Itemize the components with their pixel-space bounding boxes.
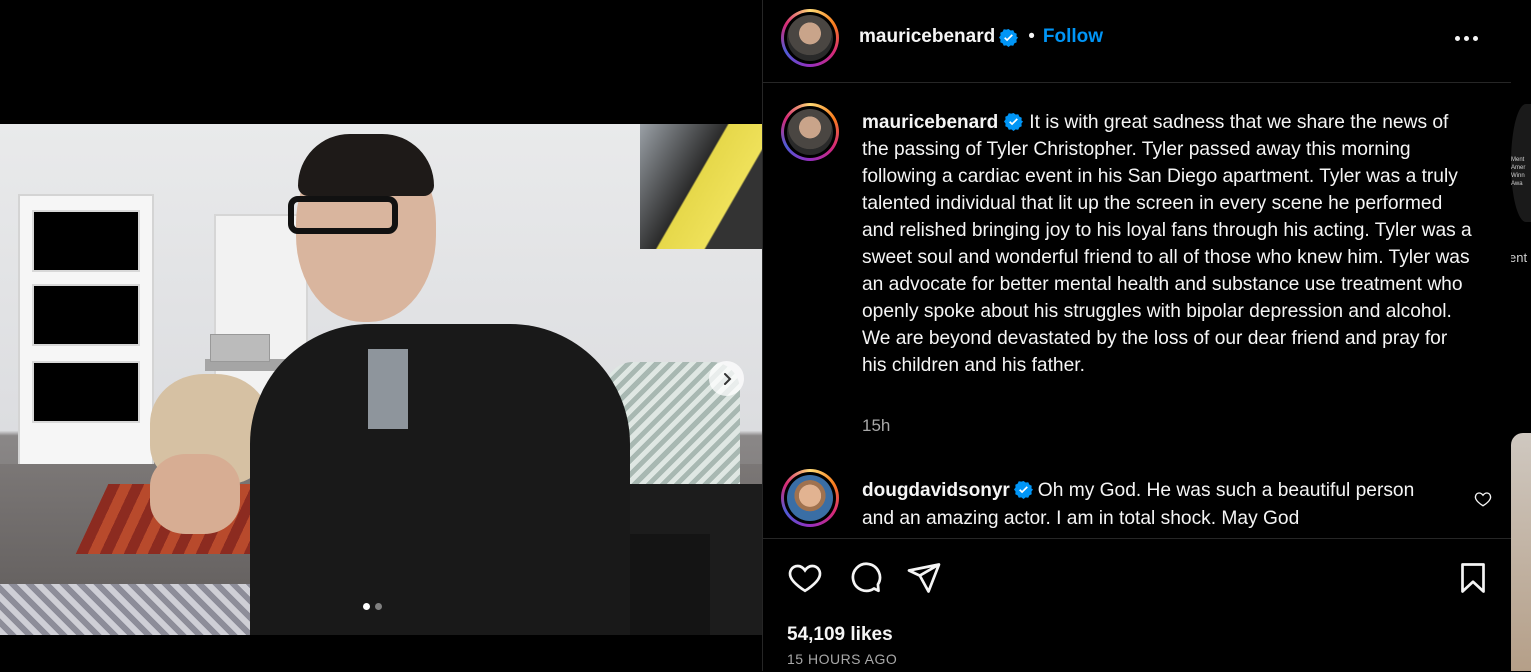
more-options-icon bbox=[1455, 35, 1460, 41]
verified-badge-icon bbox=[999, 28, 1019, 47]
carousel-next-button[interactable] bbox=[709, 361, 744, 396]
carousel-dot bbox=[375, 603, 382, 610]
side-peek-text: Ment Amer Winn Awa bbox=[1511, 157, 1526, 187]
caption-username[interactable]: mauricebenard bbox=[862, 112, 998, 133]
chevron-right-icon bbox=[723, 372, 731, 385]
more-options-button[interactable] bbox=[1455, 28, 1481, 48]
heart-icon[interactable] bbox=[787, 560, 823, 596]
comment-bubble-icon[interactable] bbox=[847, 560, 883, 596]
comment-item: dougdavidsonyr Oh my God. He was such a b… bbox=[862, 477, 1422, 533]
author-username[interactable]: mauricebenard bbox=[859, 26, 995, 48]
author-avatar[interactable] bbox=[781, 9, 839, 67]
post-actions: 54,109 likes 15 HOURS AGO bbox=[763, 538, 1511, 672]
caption-text: It is with great sadness that we share t… bbox=[862, 112, 1472, 376]
post-caption: mauricebenard It is with great sadness th… bbox=[862, 109, 1472, 379]
side-peek-label: ent bbox=[1511, 250, 1528, 265]
verified-badge-icon bbox=[1013, 480, 1033, 499]
likes-count[interactable]: 54,109 likes bbox=[787, 624, 893, 646]
commenter-username[interactable]: dougdavidsonyr bbox=[862, 480, 1010, 501]
comments-section: mauricebenard It is with great sadness th… bbox=[763, 83, 1511, 537]
comment-like-heart-icon[interactable] bbox=[1474, 490, 1492, 508]
header-separator: • bbox=[1028, 26, 1035, 47]
bookmark-icon[interactable] bbox=[1455, 560, 1491, 596]
post-media bbox=[0, 0, 762, 671]
paper-plane-icon[interactable] bbox=[906, 560, 942, 596]
caption-timestamp[interactable]: 15h bbox=[862, 416, 890, 436]
verified-badge-icon bbox=[1004, 112, 1024, 131]
follow-button[interactable]: Follow bbox=[1043, 26, 1103, 48]
carousel-dot bbox=[363, 603, 370, 610]
side-peek: Ment Amer Winn Awa ent bbox=[1511, 0, 1531, 671]
post-header: mauricebenard • Follow bbox=[763, 0, 1511, 83]
caption-avatar[interactable] bbox=[781, 103, 839, 161]
commenter-avatar[interactable] bbox=[781, 469, 839, 527]
carousel-indicator bbox=[363, 603, 382, 610]
post-details-panel: mauricebenard • Follow mauricebenard It i… bbox=[762, 0, 1512, 671]
post-photo bbox=[0, 124, 762, 635]
post-timestamp[interactable]: 15 HOURS AGO bbox=[787, 651, 897, 667]
